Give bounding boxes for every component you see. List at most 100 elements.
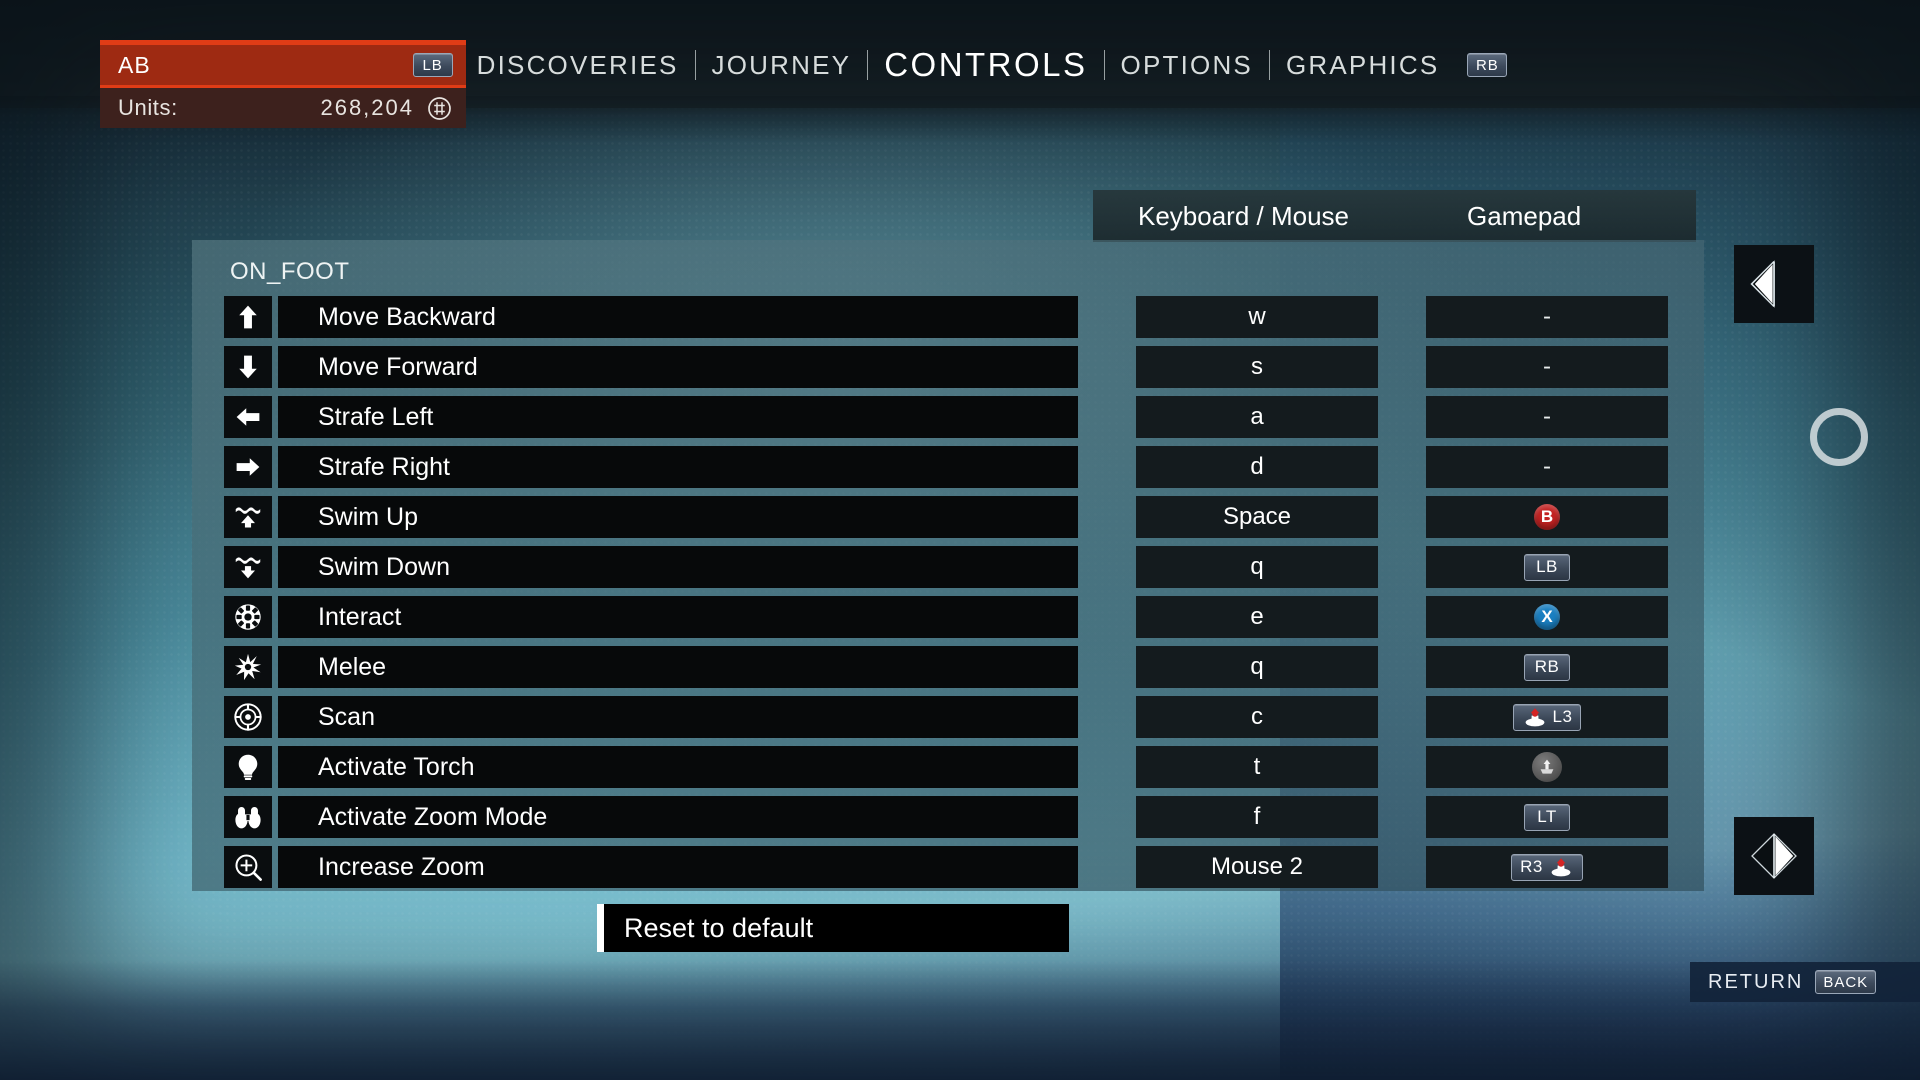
gamepad-unbound: - xyxy=(1543,453,1551,480)
control-action-label[interactable]: Swim Up xyxy=(278,496,1078,538)
gamepad-face-button-b[interactable]: B xyxy=(1534,504,1560,530)
units-value: 268,204 xyxy=(320,95,414,120)
return-footer[interactable]: RETURN BACK xyxy=(1690,962,1920,1002)
controls-panel: ON_FOOT Move Backward w - Move Forward s - Str… xyxy=(192,240,1704,891)
control-row: Activate Torch t xyxy=(192,742,1704,792)
keyboard-binding-cell[interactable]: Mouse 2 xyxy=(1136,846,1378,888)
control-action-label[interactable]: Activate Torch xyxy=(278,746,1078,788)
control-action-label[interactable]: Activate Zoom Mode xyxy=(278,796,1078,838)
rb-bumper-chip[interactable]: RB xyxy=(1467,53,1508,77)
reset-highlight-bar xyxy=(597,904,604,952)
chevron-left-icon xyxy=(1750,260,1775,308)
gamepad-binding-cell[interactable]: - xyxy=(1426,346,1668,388)
binoculars-icon xyxy=(224,796,272,838)
control-action-label[interactable]: Strafe Right xyxy=(278,446,1078,488)
reset-to-default-label: Reset to default xyxy=(604,904,1069,952)
gamepad-right-stick-click[interactable]: R3 xyxy=(1511,853,1583,881)
tab-keyboard-mouse[interactable]: Keyboard / Mouse xyxy=(1138,201,1349,232)
control-action-label[interactable]: Move Backward xyxy=(278,296,1078,338)
control-action-label[interactable]: Swim Down xyxy=(278,546,1078,588)
control-row: Increase Zoom Mouse 2 R3 xyxy=(192,842,1704,892)
control-action-label[interactable]: Scan xyxy=(278,696,1078,738)
control-row: Move Backward w - xyxy=(192,292,1704,342)
zoom-in-icon xyxy=(224,846,272,888)
torch-bulb-icon xyxy=(224,746,272,788)
nav-item-graphics[interactable]: GRAPHICS xyxy=(1270,50,1455,81)
gamepad-binding-cell[interactable]: LT xyxy=(1426,796,1668,838)
arrow-up-icon xyxy=(224,296,272,338)
gamepad-binding-cell[interactable]: - xyxy=(1426,396,1668,438)
nav-item-journey[interactable]: JOURNEY xyxy=(696,50,868,81)
section-title-on-foot: ON_FOOT xyxy=(230,258,350,285)
gamepad-binding-cell[interactable]: B xyxy=(1426,496,1668,538)
gamepad-binding-cell[interactable]: R3 xyxy=(1426,846,1668,888)
arrow-down-icon xyxy=(224,346,272,388)
keyboard-binding-cell[interactable]: q xyxy=(1136,546,1378,588)
keyboard-binding-cell[interactable]: q xyxy=(1136,646,1378,688)
top-navigation: LB DISCOVERIES JOURNEY CONTROLS OPTIONS … xyxy=(0,42,1920,88)
gamepad-binding-cell[interactable]: - xyxy=(1426,296,1668,338)
gamepad-dpad-up-icon[interactable] xyxy=(1532,752,1562,782)
nav-item-options[interactable]: OPTIONS xyxy=(1105,50,1269,81)
gamepad-binding-cell[interactable]: LB xyxy=(1426,546,1668,588)
gamepad-face-button-x[interactable]: X xyxy=(1534,604,1560,630)
control-row: Swim Up Space B xyxy=(192,492,1704,542)
scan-target-icon xyxy=(224,696,272,738)
keyboard-binding-cell[interactable]: t xyxy=(1136,746,1378,788)
nav-item-discoveries[interactable]: DISCOVERIES xyxy=(461,50,695,81)
return-label: RETURN xyxy=(1708,970,1804,993)
control-action-label[interactable]: Melee xyxy=(278,646,1078,688)
gamepad-binding-cell[interactable]: - xyxy=(1426,446,1668,488)
gamepad-binding-cell[interactable]: RB xyxy=(1426,646,1668,688)
keyboard-binding-cell[interactable]: w xyxy=(1136,296,1378,338)
keyboard-binding-cell[interactable]: Space xyxy=(1136,496,1378,538)
keyboard-binding-cell[interactable]: c xyxy=(1136,696,1378,738)
control-action-label[interactable]: Move Forward xyxy=(278,346,1078,388)
units-coin-icon xyxy=(427,96,452,121)
control-row: Strafe Left a - xyxy=(192,392,1704,442)
keyboard-binding-cell[interactable]: a xyxy=(1136,396,1378,438)
keyboard-binding-cell[interactable]: d xyxy=(1136,446,1378,488)
gear-icon xyxy=(224,596,272,638)
arrow-right-icon xyxy=(224,446,272,488)
tab-gamepad[interactable]: Gamepad xyxy=(1467,201,1581,232)
control-row: Strafe Right d - xyxy=(192,442,1704,492)
back-button-chip[interactable]: BACK xyxy=(1815,970,1877,994)
keyboard-binding-cell[interactable]: f xyxy=(1136,796,1378,838)
game-menu-screen: AB Units: 268,204 LB DISCOVERIES JOURNEY… xyxy=(0,0,1920,1080)
swim-down-icon xyxy=(224,546,272,588)
units-label: Units: xyxy=(118,95,178,120)
gamepad-binding-cell[interactable]: L3 xyxy=(1426,696,1668,738)
keyboard-binding-cell[interactable]: e xyxy=(1136,596,1378,638)
gamepad-left-stick-click[interactable]: L3 xyxy=(1512,703,1582,731)
nav-item-controls[interactable]: CONTROLS xyxy=(868,46,1103,84)
keyboard-binding-cell[interactable]: s xyxy=(1136,346,1378,388)
gamepad-unbound: - xyxy=(1543,403,1551,430)
gamepad-binding-cell[interactable] xyxy=(1426,746,1668,788)
arrow-left-icon xyxy=(224,396,272,438)
control-row: Interact e X xyxy=(192,592,1704,642)
next-page-arrow[interactable] xyxy=(1734,817,1814,895)
control-action-label[interactable]: Strafe Left xyxy=(278,396,1078,438)
control-action-label[interactable]: Increase Zoom xyxy=(278,846,1078,888)
gamepad-binding-cell[interactable]: X xyxy=(1426,596,1668,638)
gamepad-chip-rb[interactable]: RB xyxy=(1524,653,1570,681)
lb-bumper-chip[interactable]: LB xyxy=(412,53,453,77)
cursor-ring-indicator xyxy=(1810,408,1868,466)
player-units-row: Units: 268,204 xyxy=(100,88,466,128)
control-row: Move Forward s - xyxy=(192,342,1704,392)
input-device-tabs: Keyboard / Mouse Gamepad xyxy=(1093,190,1696,242)
melee-burst-icon xyxy=(224,646,272,688)
control-action-label[interactable]: Interact xyxy=(278,596,1078,638)
gamepad-chip-lb[interactable]: LB xyxy=(1524,553,1570,581)
control-row: Melee q RB xyxy=(192,642,1704,692)
gamepad-chip-lt[interactable]: LT xyxy=(1524,803,1570,831)
control-row: Activate Zoom Mode f LT xyxy=(192,792,1704,842)
gamepad-unbound: - xyxy=(1543,303,1551,330)
control-binding-list: Move Backward w - Move Forward s - Strafe Left… xyxy=(192,292,1704,892)
prev-page-arrow[interactable] xyxy=(1734,245,1814,323)
control-row: Scan c L3 xyxy=(192,692,1704,742)
gamepad-unbound: - xyxy=(1543,353,1551,380)
swim-up-icon xyxy=(224,496,272,538)
reset-to-default-button[interactable]: Reset to default xyxy=(597,904,1069,952)
